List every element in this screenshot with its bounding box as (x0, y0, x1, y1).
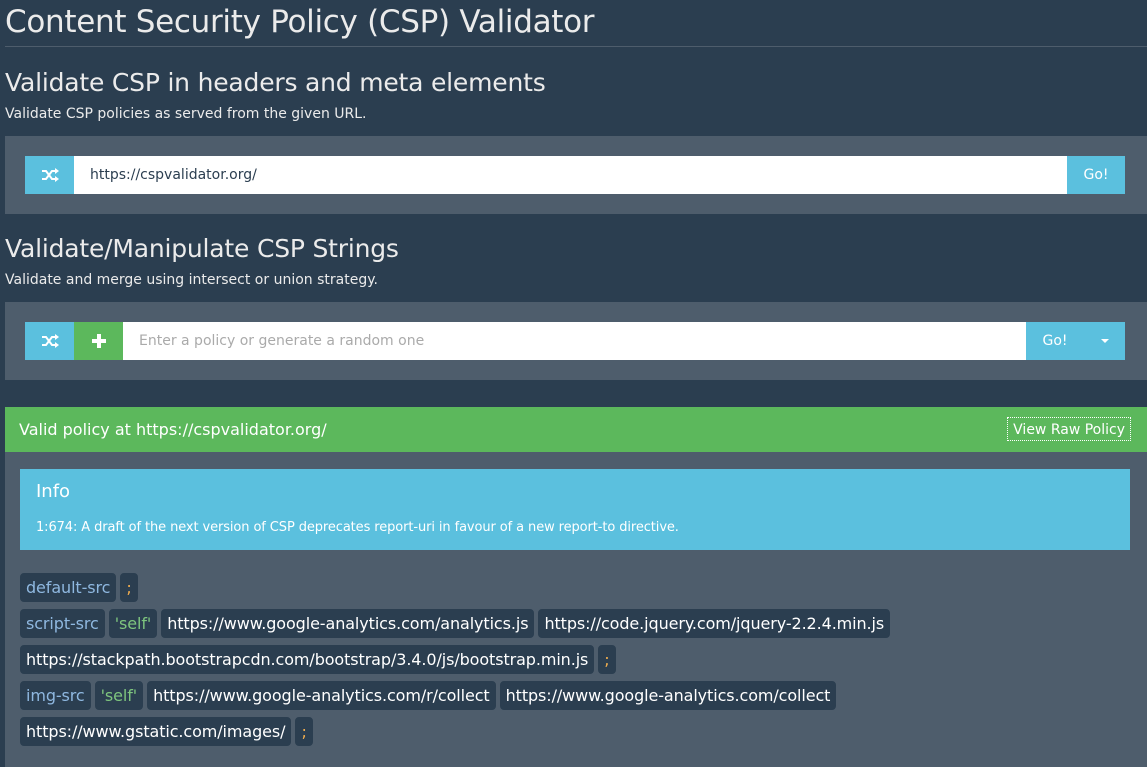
semicolon-token[interactable]: ; (295, 717, 313, 746)
result-title: Valid policy at https://cspvalidator.org… (19, 420, 327, 439)
directive-name[interactable]: default-src (20, 573, 117, 602)
policy-input[interactable] (123, 322, 1026, 360)
view-raw-policy-button[interactable]: View Raw Policy (1007, 417, 1131, 441)
directive-line: img-src'self' https://www.google-analytic… (20, 681, 1140, 711)
policy-go-button[interactable]: Go! (1026, 322, 1084, 360)
string-input-group: Go! (25, 322, 1125, 360)
source-token[interactable]: https://stackpath.bootstrapcdn.com/boots… (20, 645, 595, 674)
keyword-token[interactable]: 'self' (94, 681, 144, 710)
keyword-token[interactable]: 'self' (108, 609, 158, 638)
info-alert: Info 1:674: A draft of the next version … (20, 469, 1130, 550)
directive-name[interactable]: img-src (20, 681, 91, 710)
info-title: Info (36, 481, 71, 502)
info-message: 1:674: A draft of the next version of CS… (36, 520, 679, 535)
semicolon-token[interactable]: ; (598, 645, 616, 674)
chevron-down-icon (1100, 339, 1109, 343)
strategy-dropdown-button[interactable] (1084, 322, 1125, 360)
string-section-title: Validate/Manipulate CSP Strings (5, 234, 399, 263)
url-section: Validate CSP in headers and meta element… (5, 68, 1147, 214)
url-input[interactable] (74, 156, 1067, 194)
semicolon-token[interactable]: ; (120, 573, 138, 602)
directive-line: script-src'self' https://www.google-analy… (20, 609, 1140, 639)
url-go-button[interactable]: Go! (1067, 156, 1125, 194)
directive-name[interactable]: script-src (20, 609, 105, 638)
directive-line: https://stackpath.bootstrapcdn.com/boots… (20, 645, 1140, 675)
directive-list: default-src; script-src'self' https://www.… (20, 573, 1140, 753)
directive-line: default-src; (20, 573, 1140, 603)
shuffle-icon (41, 334, 59, 348)
string-section-description: Validate and merge using intersect or un… (5, 272, 378, 288)
string-section: Validate/Manipulate CSP Strings Validate… (5, 234, 1147, 380)
source-token[interactable]: https://code.jquery.com/jquery-2.2.4.min… (538, 609, 891, 638)
page-title: Content Security Policy (CSP) Validator (5, 0, 1147, 47)
random-url-button[interactable] (25, 156, 74, 194)
source-token[interactable]: https://www.google-analytics.com/r/colle… (147, 681, 496, 710)
random-policy-button[interactable] (25, 322, 74, 360)
result-panel: Valid policy at https://cspvalidator.org… (5, 407, 1147, 767)
page: Content Security Policy (CSP) Validator … (5, 0, 1147, 380)
url-section-title: Validate CSP in headers and meta element… (5, 68, 546, 97)
source-token[interactable]: https://www.gstatic.com/images/ (20, 717, 292, 746)
source-token[interactable]: https://www.google-analytics.com/analyti… (161, 609, 535, 638)
shuffle-icon (41, 168, 59, 182)
url-input-group: Go! (25, 156, 1125, 194)
source-token[interactable]: https://www.google-analytics.com/collect (499, 681, 837, 710)
add-policy-button[interactable] (74, 322, 123, 360)
string-well: Go! (5, 302, 1147, 380)
directive-line: https://www.gstatic.com/images/; (20, 717, 1140, 747)
url-section-description: Validate CSP policies as served from the… (5, 106, 367, 122)
plus-icon (91, 334, 106, 348)
url-well: Go! (5, 136, 1147, 214)
result-header: Valid policy at https://cspvalidator.org… (5, 407, 1147, 452)
